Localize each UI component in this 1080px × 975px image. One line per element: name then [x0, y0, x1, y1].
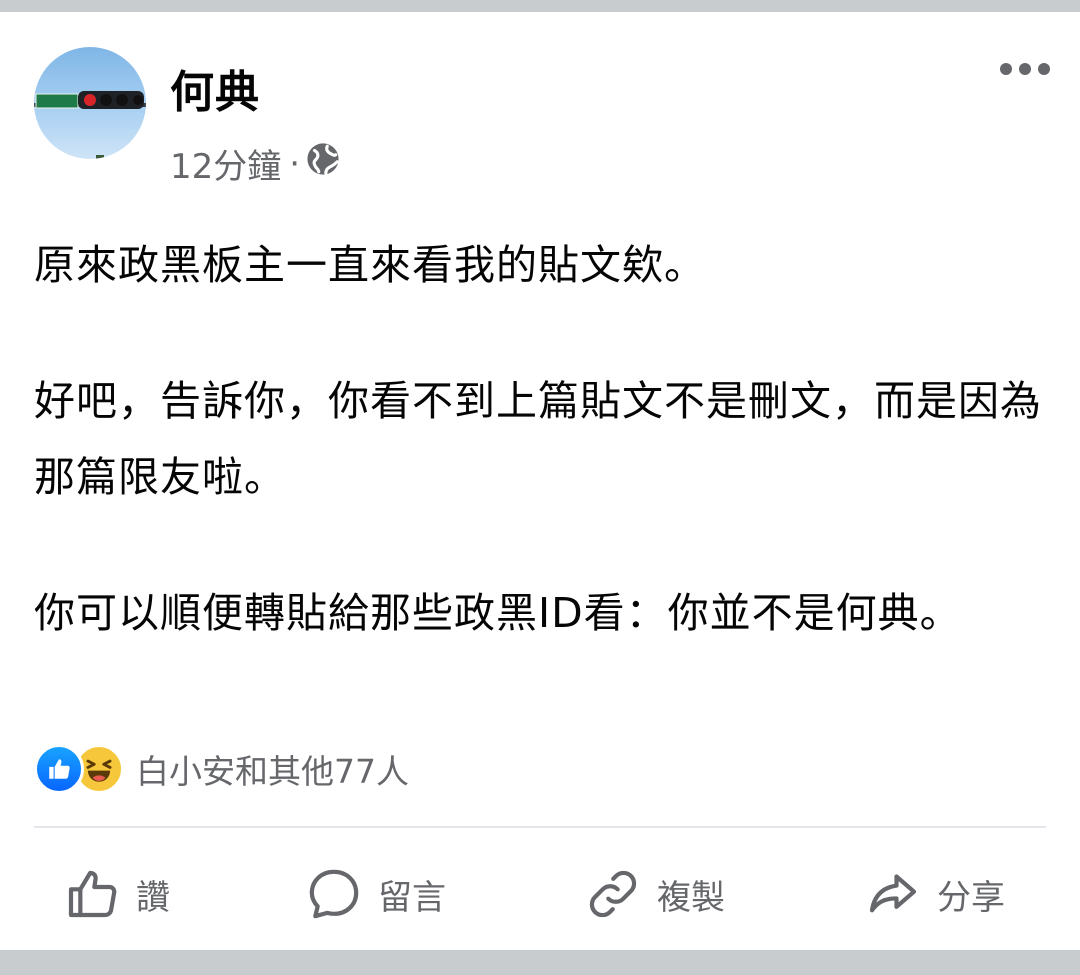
- globe-icon[interactable]: [306, 142, 340, 185]
- post-meta: 12分鐘 ·: [170, 139, 340, 188]
- copy-label: 複製: [657, 877, 725, 918]
- post-time[interactable]: 12分鐘: [170, 139, 281, 188]
- comment-button[interactable]: 留言: [306, 854, 446, 934]
- share-button[interactable]: 分享: [865, 854, 1005, 934]
- share-arrow-icon: [869, 874, 917, 913]
- divider: [34, 826, 1046, 828]
- like-button[interactable]: 讚: [64, 854, 170, 934]
- traffic-signal-photo: [34, 91, 146, 159]
- post-card: 何典 12分鐘 · 原來政黑板主一直來看我的貼文欸。 好吧，告訴你，你看不到上篇…: [0, 12, 1080, 950]
- link-icon: [589, 870, 637, 918]
- post-body: 原來政黑板主一直來看我的貼文欸。 好吧，告訴你，你看不到上篇貼文不是刪文，而是因…: [34, 227, 1054, 651]
- reaction-summary[interactable]: 白小安和其他77人: [34, 744, 409, 794]
- like-icon: [34, 744, 84, 794]
- author-avatar[interactable]: [34, 47, 146, 159]
- copy-button[interactable]: 複製: [585, 854, 725, 934]
- comment-icon: [309, 869, 359, 919]
- meta-separator: ·: [289, 143, 301, 184]
- post-paragraph: 你可以順便轉貼給那些政黑ID看：你並不是何典。: [34, 589, 962, 637]
- like-label: 讚: [136, 877, 170, 918]
- more-options-icon[interactable]: [1000, 62, 1050, 76]
- action-bar: 讚 留言 複製 分享: [0, 854, 1080, 934]
- author-name[interactable]: 何典: [170, 56, 260, 120]
- thumbs-up-icon: [68, 870, 117, 918]
- comment-label: 留言: [378, 877, 446, 918]
- reaction-text: 白小安和其他77人: [136, 752, 409, 791]
- share-label: 分享: [937, 877, 1005, 918]
- post-paragraph: 原來政黑板主一直來看我的貼文欸。: [34, 241, 706, 289]
- post-paragraph: 好吧，告訴你，你看不到上篇貼文不是刪文，而是因為那篇限友啦。: [34, 377, 1042, 501]
